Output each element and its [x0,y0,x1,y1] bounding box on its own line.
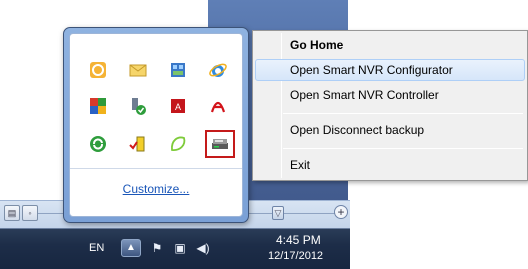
mail-icon[interactable] [128,60,148,80]
acrobat-icon[interactable]: A [168,96,188,116]
menu-item-open-controller[interactable]: Open Smart NVR Controller [255,84,525,106]
svg-text:A: A [175,102,181,112]
shield-check-icon[interactable] [128,96,148,116]
clock-date[interactable]: 12/17/2012 [268,250,323,262]
customize-link[interactable]: Customize... [70,182,242,196]
menu-separator [283,148,523,149]
context-menu: Go Home Open Smart NVR Configurator Open… [252,30,528,181]
battery-check-icon[interactable] [128,134,148,154]
flag-icon[interactable]: ⚑ [149,241,165,255]
selected-icon-highlight [205,130,235,158]
menu-separator [283,113,523,114]
norton-icon[interactable] [88,60,108,80]
menu-item-go-home[interactable]: Go Home [255,34,525,56]
language-indicator[interactable]: EN [89,242,104,254]
flyout-divider [70,168,242,169]
notification-area-flyout: A Customize... [63,27,249,223]
view-mode-button[interactable]: ◦ [22,205,38,221]
sync-icon[interactable] [88,134,108,154]
taskbar: EN ▲ ⚑ ▣ ◀) 4:45 PM 12/17/2012 [0,228,350,269]
leaf-outline-icon[interactable] [168,134,188,154]
app-grid-icon[interactable] [168,60,188,80]
menu-item-open-configurator[interactable]: Open Smart NVR Configurator [255,59,525,81]
menu-item-exit[interactable]: Exit [255,154,525,176]
color-squares-icon[interactable] [88,96,108,116]
zoom-in-button[interactable]: + [334,205,348,219]
flyout-panel: A Customize... [69,33,243,217]
show-hidden-icons-button[interactable]: ▲ [121,239,141,257]
zoom-slider-thumb[interactable]: ▽ [272,206,284,220]
clock-time[interactable]: 4:45 PM [276,233,321,247]
view-layout-button[interactable]: ▤ [4,205,20,221]
pdf-reader-icon[interactable] [208,96,228,116]
menu-item-open-disconnect-backup[interactable]: Open Disconnect backup [255,119,525,141]
ie-icon[interactable] [208,60,228,80]
volume-icon[interactable]: ◀) [195,241,211,255]
network-icon[interactable]: ▣ [172,241,188,255]
